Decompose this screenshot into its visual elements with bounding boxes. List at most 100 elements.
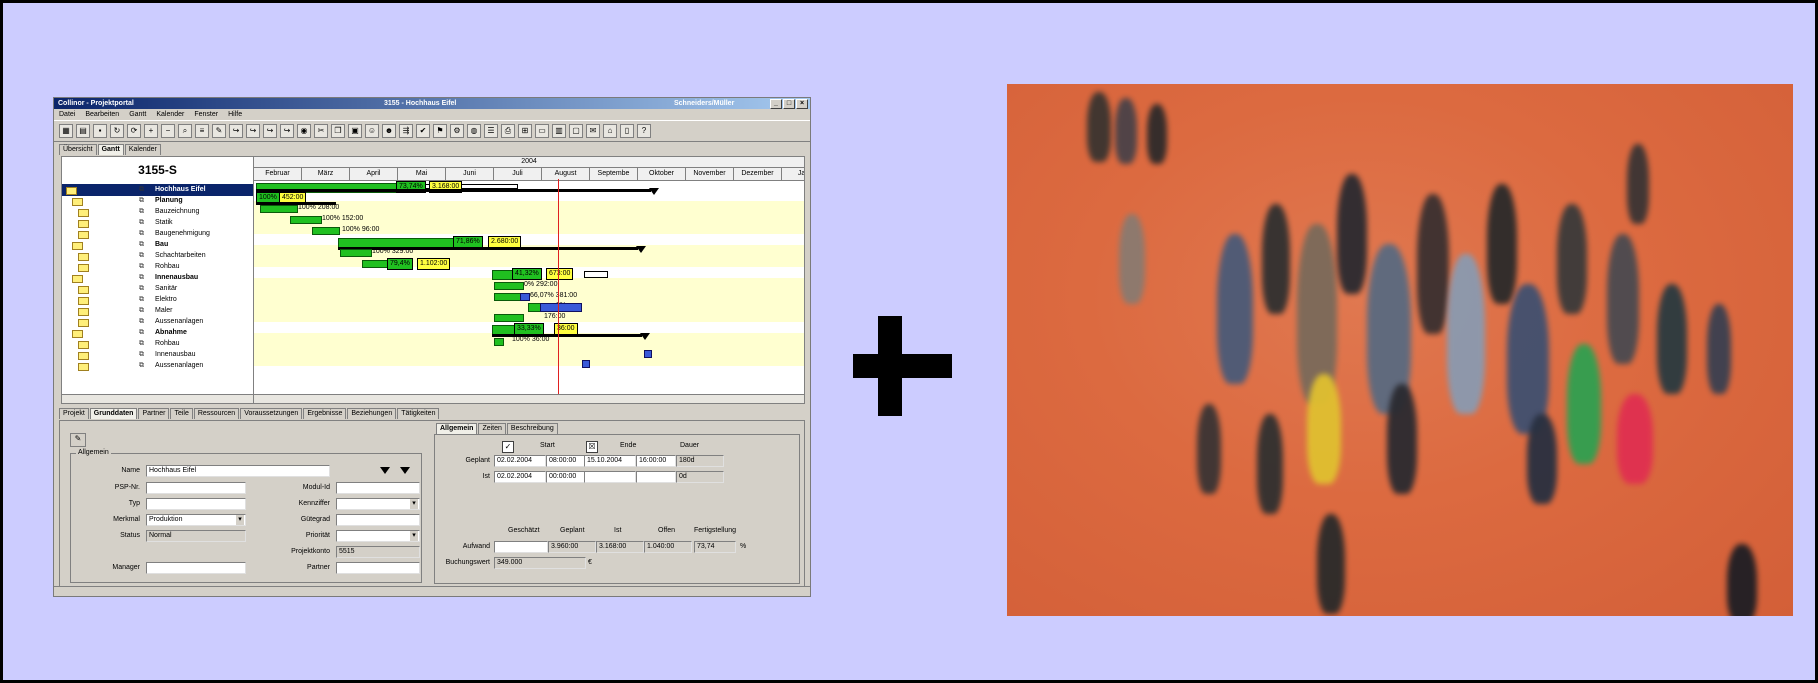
tab-voraussetzungen[interactable]: Voraussetzungen [240,408,303,419]
chart-scrollbar[interactable] [254,394,804,403]
folder-icon[interactable] [78,341,89,349]
globe-icon[interactable]: ◍ [467,124,481,138]
gantt-bar-maler-plan[interactable] [540,303,582,312]
geplant-end-date[interactable]: 15.10.2004 [584,455,636,467]
tab-beziehungen[interactable]: Beziehungen [347,408,397,419]
tab-ressourcen[interactable]: Ressourcen [193,408,240,419]
tab-projekt[interactable]: Projekt [59,408,89,419]
guetegrad-field[interactable] [336,514,420,526]
gantt-bar-baugenehmigung[interactable] [312,227,340,235]
link3-icon[interactable]: ↪ [263,124,277,138]
details-icon[interactable]: ☰ [484,124,498,138]
save-icon[interactable]: ▪ [93,124,107,138]
folder-icon[interactable] [78,352,89,360]
menu-gantt[interactable]: Gantt [129,109,146,120]
gantt-bar-statik[interactable] [290,216,322,224]
folder-icon[interactable] [78,319,89,327]
gantt-bar-abnahme-aussenanlagen[interactable] [582,360,590,368]
folder-icon[interactable] [78,363,89,371]
tab-allgemein[interactable]: Allgemein [436,423,478,434]
close-icon[interactable]: × [796,99,808,109]
tree-icon[interactable]: ⊞ [518,124,532,138]
tree-row[interactable]: ⧉ Aussenanlagen [62,360,253,372]
folder-icon[interactable] [78,209,89,217]
geplant-end-time[interactable]: 16:00:00 [636,455,676,467]
reload-icon[interactable]: ⟳ [127,124,141,138]
new-icon[interactable]: ▦ [59,124,73,138]
gantt-bar-schachtarbeiten[interactable] [340,249,372,257]
open-icon[interactable]: ▤ [76,124,90,138]
typ-field[interactable] [146,498,246,510]
tab-grunddaten[interactable]: Grunddaten [89,408,138,419]
tab-taetigkeiten[interactable]: Tätigkeiten [397,408,440,419]
name-field[interactable]: Hochhaus Eifel [146,465,330,477]
aufwand-geschaetzt[interactable] [494,541,548,553]
window-icon[interactable]: ▭ [535,124,549,138]
edit-icon[interactable]: ✎ [70,433,86,447]
dropdown-arrow-icon[interactable] [380,467,390,474]
gantt-bar-aussenanlagen[interactable] [494,314,524,322]
link2-icon[interactable]: ↪ [246,124,260,138]
folder-icon[interactable] [72,275,83,283]
menu-datei[interactable]: Datei [59,109,75,120]
dropdown-arrow-icon[interactable] [400,467,410,474]
gear-icon[interactable]: ⚙ [450,124,464,138]
ist-end-time[interactable] [636,471,676,483]
mail-icon[interactable]: ✉ [586,124,600,138]
geplant-start-date[interactable]: 02.02.2004 [494,455,546,467]
home-icon[interactable]: ⌂ [603,124,617,138]
tab-uebersicht[interactable]: Übersicht [59,144,97,155]
gantt-bar-elektro-ist[interactable] [520,293,530,301]
tab-beschreibung[interactable]: Beschreibung [506,423,558,434]
gantt-bar-bauzeichnung[interactable] [260,205,298,213]
minimize-icon[interactable]: _ [770,99,782,109]
tab-ergebnisse[interactable]: Ergebnisse [303,408,347,419]
ist-start-time[interactable]: 00:00:00 [546,471,586,483]
check-icon[interactable]: ✔ [416,124,430,138]
tab-partner[interactable]: Partner [138,408,170,419]
tab-gantt[interactable]: Gantt [97,144,124,155]
folder-icon[interactable] [78,286,89,294]
list-icon[interactable]: ≡ [195,124,209,138]
cut-icon[interactable]: ✂ [314,124,328,138]
gantt-bar-innenausbau[interactable] [492,270,514,280]
manager-field[interactable] [146,562,246,574]
folder-icon[interactable] [66,187,77,195]
gantt-bar-sanitaer[interactable] [494,282,524,290]
prioritaet-select[interactable] [336,530,420,542]
edit-icon[interactable]: ✎ [212,124,226,138]
calc-icon[interactable]: ▥ [552,124,566,138]
tab-zeiten[interactable]: Zeiten [478,423,506,434]
folder-icon[interactable] [78,264,89,272]
disabled-icon[interactable]: ▢ [569,124,583,138]
kennziffer-select[interactable] [336,498,420,510]
folder-icon[interactable] [78,220,89,228]
tree-scrollbar[interactable] [62,394,253,403]
folder-icon[interactable] [72,198,83,206]
person-icon[interactable]: ☺ [365,124,379,138]
menu-fenster[interactable]: Fenster [194,109,218,120]
maximize-icon[interactable]: □ [783,99,795,109]
gantt-bar-abnahme-rohbau[interactable] [494,338,504,346]
gantt-bar-abnahme-innenausbau[interactable] [644,350,652,358]
gantt-bar-rohbau[interactable] [362,260,389,268]
group-icon[interactable]: ☻ [382,124,396,138]
psp-field[interactable] [146,482,246,494]
copy-icon[interactable]: ❐ [331,124,345,138]
print-icon[interactable]: ⎙ [501,124,515,138]
tab-teile[interactable]: Teile [170,408,193,419]
paste-icon[interactable]: ▣ [348,124,362,138]
book-icon[interactable]: ▯ [620,124,634,138]
help-icon[interactable]: ? [637,124,651,138]
folder-icon[interactable] [72,330,83,338]
add-icon[interactable]: + [144,124,158,138]
record-icon[interactable]: ◉ [297,124,311,138]
menu-bearbeiten[interactable]: Bearbeiten [85,109,119,120]
folder-icon[interactable] [78,297,89,305]
refresh-icon[interactable]: ↻ [110,124,124,138]
link-icon[interactable]: ↪ [229,124,243,138]
ist-start-date[interactable]: 02.02.2004 [494,471,546,483]
geplant-start-time[interactable]: 08:00:00 [546,455,586,467]
start-checkbox[interactable]: ✓ [502,441,514,453]
flag-icon[interactable]: ⚑ [433,124,447,138]
